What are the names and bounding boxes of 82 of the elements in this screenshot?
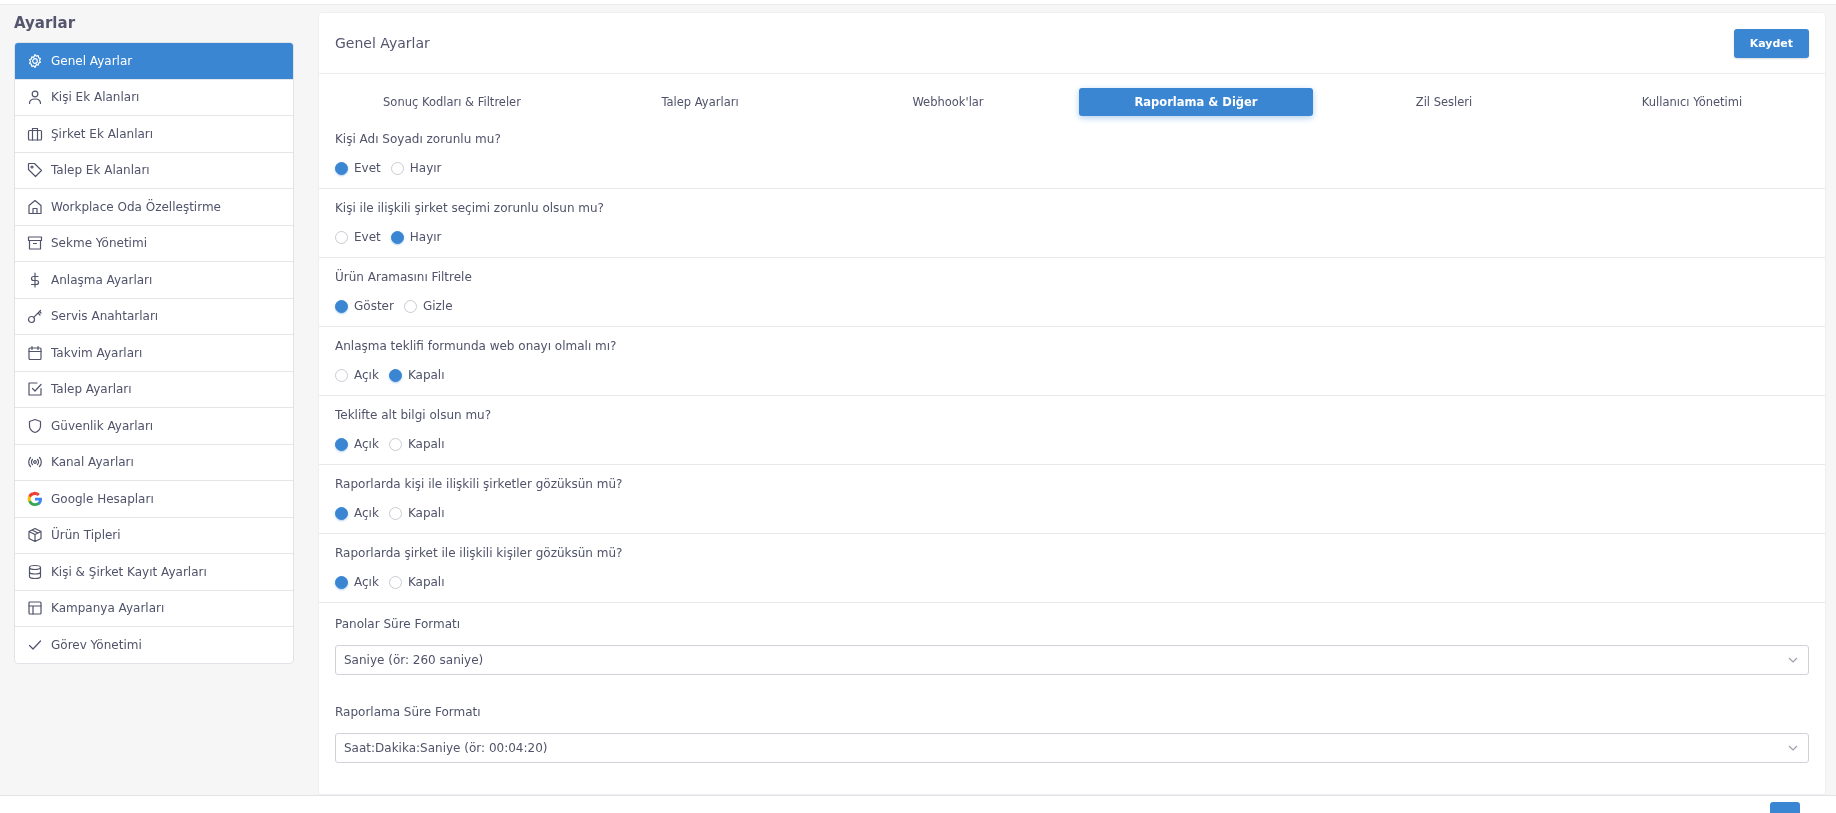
sidebar-item[interactable]: Talep Ayarları	[15, 370, 293, 407]
key-icon	[27, 308, 43, 325]
radio-option[interactable]: Açık	[335, 436, 379, 452]
radio-option[interactable]: Açık	[335, 574, 379, 590]
sidebar-item[interactable]: Workplace Oda Özelleştirme	[15, 188, 293, 225]
question-label: Raporlarda şirket ile ilişkili kişiler gözüksün mü?	[335, 545, 623, 562]
question-label: Kişi ile ilişkili şirket seçimi zorunlu olsun mu?	[335, 200, 604, 217]
sidebar-item[interactable]: Kişi & Şirket Kayıt Ayarları	[15, 553, 293, 590]
radio-button[interactable]	[388, 506, 402, 520]
radio-button[interactable]	[390, 161, 404, 175]
sidebar-item[interactable]: Google Hesapları	[15, 480, 293, 517]
radio-option[interactable]: Hayır	[390, 160, 442, 176]
radio-option[interactable]: Evet	[335, 160, 381, 176]
radio-button[interactable]	[335, 437, 348, 451]
radio-option[interactable]: Kapalı	[388, 505, 445, 521]
house-icon	[27, 198, 43, 215]
select-field[interactable]: Saniye (ör: 260 saniye)	[335, 645, 1809, 675]
sidebar-item[interactable]: Anlaşma Ayarları	[15, 261, 293, 298]
gear-icon	[27, 52, 43, 69]
google-icon	[27, 490, 43, 507]
radio-option[interactable]: Evet	[335, 229, 381, 245]
select-field[interactable]: Saat:Dakika:Saniye (ör: 00:04:20)	[335, 733, 1809, 763]
sidebar-item[interactable]: Genel Ayarlar	[15, 43, 293, 79]
radio-option[interactable]: Göster	[335, 298, 394, 314]
radio-button[interactable]	[390, 230, 404, 244]
question-label: Raporlarda kişi ile ilişkili şirketler gözüksün mü?	[335, 476, 623, 493]
radio-option[interactable]: Açık	[335, 367, 379, 383]
sidebar-item[interactable]: Ürün Tipleri	[15, 516, 293, 553]
sidebar-item[interactable]: Görev Yönetimi	[15, 626, 293, 663]
panel-title: Genel Ayarlar	[335, 35, 430, 51]
radio-option[interactable]: Kapalı	[388, 574, 445, 590]
sidebar-item[interactable]: Talep Ek Alanları	[15, 151, 293, 188]
radio-option[interactable]: Hayır	[390, 229, 442, 245]
shield-icon	[27, 417, 43, 434]
briefcase-icon	[27, 125, 43, 142]
tab[interactable]: Raporlama & Diğer	[1079, 88, 1313, 116]
sidebar-item[interactable]: Şirket Ek Alanları	[15, 115, 293, 152]
question-label: Kişi Adı Soyadı zorunlu mu?	[335, 131, 501, 148]
radio-button[interactable]	[388, 368, 402, 382]
question-label: Raporlama Süre Formatı	[335, 704, 481, 721]
tab[interactable]: Talep Ayarları	[583, 88, 817, 116]
radio-button[interactable]	[388, 575, 402, 589]
tab[interactable]: Sonuç Kodları & Filtreler	[335, 88, 569, 116]
archive-box-icon	[27, 235, 43, 252]
chevron-down-icon	[1788, 657, 1798, 663]
checkbox-icon	[27, 381, 43, 398]
sidebar-item[interactable]: Güvenlik Ayarları	[15, 407, 293, 444]
question-label: Ürün Aramasını Filtrele	[335, 268, 472, 286]
radio-button[interactable]	[335, 506, 348, 520]
database-icon	[27, 563, 43, 580]
person-icon	[27, 89, 43, 106]
radio-button[interactable]	[335, 368, 348, 382]
tag-icon	[27, 162, 43, 179]
radio-button[interactable]	[335, 161, 348, 175]
sidebar-item[interactable]: Kanal Ayarları	[15, 443, 293, 480]
tab[interactable]: Zil Sesleri	[1327, 88, 1561, 116]
tab[interactable]: Webhook'lar	[831, 88, 1065, 116]
cube-icon	[27, 527, 43, 544]
tab[interactable]: Kullanıcı Yönetimi	[1575, 88, 1809, 116]
sidebar-item[interactable]: Kampanya Ayarları	[15, 589, 293, 626]
chevron-down-icon	[1788, 745, 1798, 751]
radio-option[interactable]: Açık	[335, 505, 379, 521]
calendar-icon	[27, 344, 43, 361]
radio-button[interactable]	[335, 575, 348, 589]
sidebar-item[interactable]: Takvim Ayarları	[15, 334, 293, 371]
sidebar-title: Ayarlar	[14, 13, 77, 34]
sidebar-item[interactable]: Sekme Yönetimi	[15, 224, 293, 261]
sidebar-item[interactable]: Servis Anahtarları	[15, 297, 293, 334]
action-button[interactable]	[1770, 802, 1800, 813]
layout-icon	[27, 600, 43, 617]
radio-button[interactable]	[335, 299, 348, 313]
radio-option[interactable]: Kapalı	[388, 436, 445, 452]
radio-button[interactable]	[403, 299, 417, 313]
radio-option[interactable]: Kapalı	[388, 367, 445, 383]
radio-option[interactable]: Gizle	[403, 298, 453, 314]
save-button[interactable]: Kaydet	[1733, 28, 1809, 58]
question-label: Panolar Süre Formatı	[335, 616, 461, 633]
sidebar-item[interactable]: Kişi Ek Alanları	[15, 78, 293, 115]
question-label: Anlaşma teklifi formunda web onayı olmalı mı?	[335, 338, 617, 355]
question-label: Teklifte alt bilgi olsun mu?	[335, 407, 492, 424]
radio-button[interactable]	[335, 230, 348, 244]
radio-button[interactable]	[388, 437, 402, 451]
